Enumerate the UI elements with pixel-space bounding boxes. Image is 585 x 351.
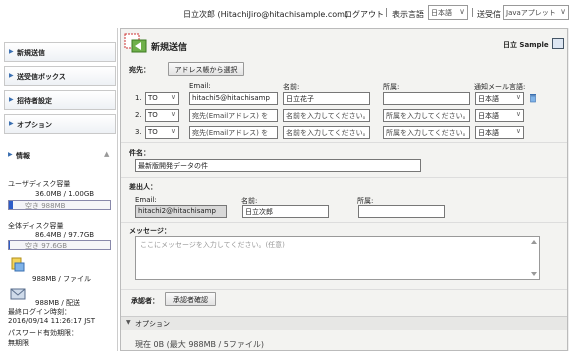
send-mode-label: 送受信 — [477, 10, 501, 19]
org-column-label: 所属: — [383, 83, 400, 91]
recipient-name-input[interactable]: 名前を入力してください。 — [283, 126, 370, 139]
to-section-label: 宛先： — [129, 66, 150, 74]
company-name: 日立 Sample — [503, 41, 549, 49]
all-disk-label: 全体ディスク容量 — [8, 222, 64, 230]
recipient-name-input[interactable]: 名前を入力してください。 — [283, 109, 370, 122]
all-disk-bar: 空き 97.6GB — [8, 240, 111, 250]
sender-org-input[interactable] — [358, 205, 445, 218]
textarea-scrollbar[interactable] — [530, 238, 538, 278]
sidebar: ▶ 新規送信 ▶ 送受信ボックス ▶ 招待者設定 ▶ オプション ▶ 情報 ▲ … — [0, 28, 118, 351]
chevron-down-icon: ∨ — [515, 127, 521, 135]
recipient-org-input[interactable] — [383, 92, 470, 105]
subject-label: 件名： — [129, 149, 150, 157]
recipient-name-input[interactable]: 日立花子 — [283, 92, 370, 105]
top-bar: 日立次郎 (HitachiJiro@hitachisample.com) ログア… — [0, 0, 585, 28]
address-book-button[interactable]: アドレス帳から選択 — [168, 62, 244, 76]
arrow-right-icon: ▶ — [9, 72, 14, 79]
sender-name-input[interactable]: 日立次郎 — [242, 205, 329, 218]
main-area: 新規送信 日立 Sample 宛先： アドレス帳から選択 Email: 名前: … — [118, 28, 568, 351]
options-toggle[interactable]: ▼ オプション — [121, 316, 567, 330]
divider — [121, 142, 567, 143]
chevron-down-icon: ▼ — [126, 319, 131, 326]
trash-icon[interactable] — [529, 93, 537, 103]
user-disk-bar: 空き 988MB — [8, 200, 111, 210]
chevron-down-icon: ∨ — [170, 93, 176, 101]
name-column-label: 名前: — [283, 83, 300, 91]
chevron-down-icon: ∨ — [170, 127, 176, 135]
message-label: メッセージ： — [129, 227, 171, 235]
recipient-org-input[interactable]: 所属を入力してください。 — [383, 126, 470, 139]
chevron-down-icon: ∨ — [515, 110, 521, 118]
user-disk-bar-fill — [9, 201, 13, 209]
language-label: 表示言語 — [392, 10, 424, 19]
separator: | — [471, 8, 475, 18]
panel-title: 新規送信 — [151, 43, 188, 53]
sidebar-item-options[interactable]: ▶ オプション — [4, 114, 116, 134]
new-send-panel: 新規送信 日立 Sample 宛先： アドレス帳から選択 Email: 名前: … — [120, 28, 568, 351]
file-limit: 988MB / ファイル — [32, 275, 92, 283]
recipient-row-number: 1. — [135, 94, 142, 102]
separator: | — [385, 8, 389, 18]
sidebar-item-new-send[interactable]: ▶ 新規送信 — [4, 42, 116, 62]
chevron-down-icon: ∨ — [515, 93, 521, 101]
all-disk-usage: 86.4MB / 97.7GB — [35, 231, 95, 239]
password-expiry-label: パスワード有効期限： — [8, 329, 78, 337]
collapse-up-icon[interactable]: ▲ — [104, 150, 109, 158]
arrow-right-icon: ▶ — [9, 120, 14, 127]
last-login-label: 最終ログイン時刻： — [8, 308, 71, 316]
divider — [121, 289, 567, 290]
sender-section-label: 差出人： — [129, 183, 157, 191]
all-disk-bar-fill — [9, 241, 10, 249]
recipient-org-input[interactable]: 所属を入力してください。 — [383, 109, 470, 122]
company-icon — [552, 38, 564, 49]
send-mode-select[interactable]: Javaアプレット ∨ — [503, 5, 569, 20]
last-login-value: 2016/09/14 11:26:17 JST — [8, 317, 96, 325]
sender-email-field: hitachi2@hitachisamp — [135, 205, 227, 218]
new-send-icon — [124, 33, 147, 53]
subject-input[interactable]: 最新版開発データの件 — [135, 159, 421, 172]
chevron-down-icon: ∨ — [459, 7, 465, 16]
notify-language-select[interactable]: 日本語 ∨ — [475, 126, 524, 139]
recipient-email-input[interactable]: 宛先(Emailアドレス) を — [189, 109, 278, 122]
sidebar-item-invitee-settings[interactable]: ▶ 招待者設定 — [4, 90, 116, 110]
recipient-row-number: 2. — [135, 111, 142, 119]
approver-confirm-button[interactable]: 承認者確認 — [165, 292, 216, 306]
recipient-type-select[interactable]: TO ∨ — [145, 126, 179, 139]
chevron-down-icon: ∨ — [560, 7, 566, 16]
attachment-summary: 現在 0B (最大 988MB / 5ファイル) — [135, 340, 264, 349]
language-select[interactable]: 日本語 ∨ — [428, 5, 468, 20]
notify-language-column-label: 通知メール言語: — [474, 83, 526, 91]
chevron-down-icon: ∨ — [170, 110, 176, 118]
logout-link[interactable]: ログアウト — [344, 9, 384, 20]
arrow-right-icon: ▶ — [9, 96, 14, 103]
user-disk-label: ユーザディスク容量 — [8, 180, 71, 188]
password-expiry-value: 無期限 — [8, 339, 29, 347]
page-scrollbar[interactable] — [568, 28, 585, 351]
divider — [121, 222, 567, 223]
delivery-icon — [10, 288, 26, 300]
recipient-email-input[interactable]: hitachi5@hitachisamp — [189, 92, 278, 105]
recipient-email-input[interactable]: 宛先(Emailアドレス) を — [189, 126, 278, 139]
arrow-right-icon: ▶ — [8, 151, 13, 158]
user-disk-usage: 36.0MB / 1.00GB — [35, 190, 95, 198]
recipient-type-select[interactable]: TO ∨ — [145, 92, 179, 105]
divider — [121, 177, 567, 178]
email-column-label: Email: — [189, 82, 211, 90]
recipient-type-select[interactable]: TO ∨ — [145, 109, 179, 122]
sender-email-label: Email: — [135, 196, 157, 204]
user-identity: 日立次郎 (HitachiJiro@hitachisample.com) — [183, 10, 349, 19]
notify-language-select[interactable]: 日本語 ∨ — [475, 92, 524, 105]
file-icon — [11, 257, 25, 272]
arrow-right-icon: ▶ — [9, 48, 14, 55]
message-textarea[interactable]: ここにメッセージを入力してください。(任意) — [135, 236, 540, 280]
recipient-row-number: 3. — [135, 128, 142, 136]
approver-label: 承認者： — [131, 297, 159, 305]
notify-language-select[interactable]: 日本語 ∨ — [475, 109, 524, 122]
info-section-header[interactable]: ▶ 情報 ▲ — [4, 149, 116, 163]
sidebar-item-mailbox[interactable]: ▶ 送受信ボックス — [4, 66, 116, 86]
